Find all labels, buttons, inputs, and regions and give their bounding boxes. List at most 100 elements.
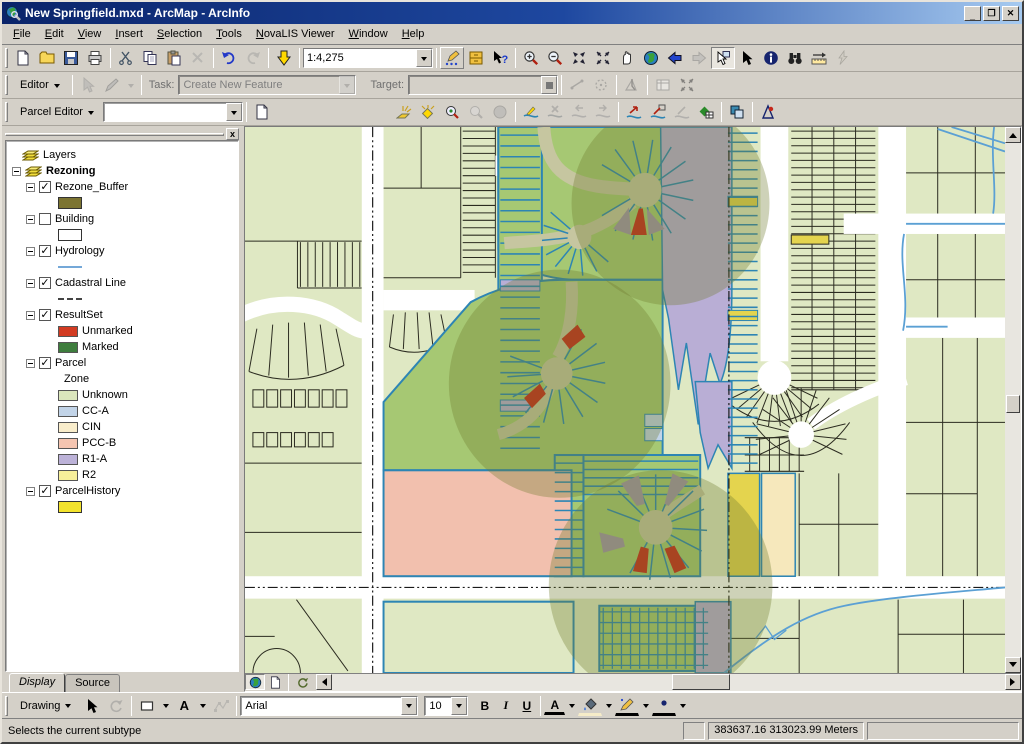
redo-button[interactable] — [241, 47, 265, 69]
scroll-down-button[interactable] — [1005, 657, 1021, 673]
legend-class-swatch[interactable] — [58, 405, 78, 417]
parcel-zoom-tool[interactable] — [440, 101, 464, 123]
toolbar-grip[interactable] — [5, 48, 8, 68]
parcel-globe-tool[interactable] — [488, 101, 512, 123]
legend-swatch[interactable] — [58, 197, 82, 209]
editor-menu-button[interactable]: Editor — [11, 75, 69, 95]
expander[interactable] — [12, 166, 21, 176]
toc-checkbox-cadastral-line[interactable]: ✓ — [39, 277, 51, 289]
fixed-zoom-out-button[interactable] — [591, 47, 615, 69]
toc-row-swatch[interactable] — [12, 195, 236, 211]
toc-row-cc-a[interactable]: CC-A — [12, 403, 236, 419]
scroll-up-button[interactable] — [1005, 127, 1021, 143]
font-color-dropdown[interactable] — [565, 695, 578, 717]
toolbar-grip[interactable] — [5, 102, 8, 122]
measure-tool[interactable] — [807, 47, 831, 69]
subtype-combo[interactable] — [102, 102, 243, 122]
print-button[interactable] — [83, 47, 107, 69]
parcel-editor-menu-button[interactable]: Parcel Editor — [11, 102, 103, 122]
full-extent-button[interactable] — [639, 47, 663, 69]
shape-tool[interactable] — [135, 695, 159, 717]
close-button[interactable]: ✕ — [1002, 5, 1019, 21]
legend-class-swatch[interactable] — [58, 437, 78, 449]
tab-source[interactable]: Source — [65, 674, 120, 692]
font-combo[interactable]: Arial — [240, 695, 419, 716]
toc-row-swatch[interactable] — [12, 499, 236, 515]
bold-button[interactable]: B — [474, 696, 495, 716]
select-elements-tool[interactable] — [735, 47, 759, 69]
toc-row-cin[interactable]: CIN — [12, 419, 236, 435]
parcel-locate-tool[interactable] — [464, 101, 488, 123]
toc-row-unmarked[interactable]: Unmarked — [12, 323, 236, 339]
cut-button[interactable] — [114, 47, 138, 69]
line-color-button[interactable] — [615, 695, 640, 716]
toc-row-r2[interactable]: R2 — [12, 467, 236, 483]
vertical-scrollbar[interactable] — [1005, 127, 1021, 673]
map-view[interactable] — [245, 127, 1005, 673]
horizontal-scrollbar[interactable] — [316, 674, 1021, 691]
find-tool[interactable] — [783, 47, 807, 69]
toc-row-rezoning[interactable]: Rezoning — [12, 163, 236, 179]
select-features-tool[interactable] — [711, 47, 735, 69]
task-dropdown-button[interactable] — [339, 76, 356, 94]
parcel-transfer-tool[interactable] — [622, 101, 646, 123]
buffer-tool[interactable] — [620, 74, 644, 96]
attributes-button[interactable] — [651, 74, 675, 96]
undo-button[interactable] — [217, 47, 241, 69]
vertical-scroll-thumb[interactable] — [1006, 395, 1020, 413]
parcel-sketch-tool[interactable] — [392, 101, 416, 123]
explode-tool[interactable] — [675, 74, 699, 96]
go-forward-extent-button[interactable] — [687, 47, 711, 69]
legend-line-swatch[interactable] — [58, 298, 82, 300]
toc-row-unknown[interactable]: Unknown — [12, 387, 236, 403]
add-data-button[interactable] — [272, 47, 296, 69]
map-scale-combo[interactable] — [303, 48, 433, 68]
hyperlink-tool[interactable] — [831, 47, 855, 69]
toc-checkbox-parcel[interactable]: ✓ — [39, 357, 51, 369]
legend-class-swatch[interactable] — [58, 389, 78, 401]
toc-checkbox-parcelhistory[interactable]: ✓ — [39, 485, 51, 497]
editor-toolbar-toggle[interactable] — [440, 47, 464, 69]
parcel-transfer-box-tool[interactable] — [646, 101, 670, 123]
menu-item-view[interactable]: View — [71, 25, 109, 43]
legend-swatch[interactable] — [58, 229, 82, 241]
line-color-dropdown[interactable] — [639, 695, 652, 717]
text-tool-dropdown[interactable] — [196, 695, 209, 717]
expander[interactable] — [26, 310, 35, 320]
toc-row-parcel[interactable]: ✓ Parcel — [12, 355, 236, 371]
toc-row-resultset[interactable]: ✓ ResultSet — [12, 307, 236, 323]
expander[interactable] — [26, 182, 35, 192]
toc-row-swatch[interactable] — [12, 291, 236, 307]
arccatalog-button[interactable] — [464, 47, 488, 69]
toc-row-r1-a[interactable]: R1-A — [12, 451, 236, 467]
refresh-view-button[interactable] — [292, 674, 312, 690]
parcel-draw-tool[interactable] — [519, 101, 543, 123]
target-dropdown-button[interactable] — [541, 76, 558, 94]
legend-swatch[interactable] — [58, 501, 82, 513]
paste-button[interactable] — [162, 47, 186, 69]
layout-view-button[interactable] — [265, 674, 285, 690]
identify-tool[interactable] — [759, 47, 783, 69]
parcel-move-tool[interactable] — [670, 101, 694, 123]
toc-row-rezone-buffer[interactable]: ✓ Rezone_Buffer — [12, 179, 236, 195]
sketch-tool[interactable] — [100, 74, 124, 96]
font-dropdown-button[interactable] — [401, 696, 418, 715]
marker-color-dropdown[interactable] — [676, 695, 689, 717]
copy-button[interactable] — [138, 47, 162, 69]
menu-item-window[interactable]: Window — [342, 25, 395, 43]
toc-row-parcelhistory[interactable]: ✓ ParcelHistory — [12, 483, 236, 499]
horizontal-scroll-thumb[interactable] — [672, 674, 730, 690]
fill-color-dropdown[interactable] — [602, 695, 615, 717]
toc-checkbox-building[interactable] — [39, 213, 51, 225]
task-combo[interactable]: Create New Feature — [178, 75, 357, 95]
toc-row-hydrology[interactable]: ✓ Hydrology — [12, 243, 236, 259]
font-size-dropdown-button[interactable] — [451, 696, 468, 715]
split-line-tool[interactable] — [565, 74, 589, 96]
toc-row-marked[interactable]: Marked — [12, 339, 236, 355]
expander[interactable] — [26, 278, 35, 288]
font-color-button[interactable]: A — [544, 696, 566, 715]
open-button[interactable] — [35, 47, 59, 69]
toc-checkbox-hydrology[interactable]: ✓ — [39, 245, 51, 257]
whats-this-button[interactable] — [488, 47, 512, 69]
select-elements-tool[interactable] — [80, 695, 104, 717]
